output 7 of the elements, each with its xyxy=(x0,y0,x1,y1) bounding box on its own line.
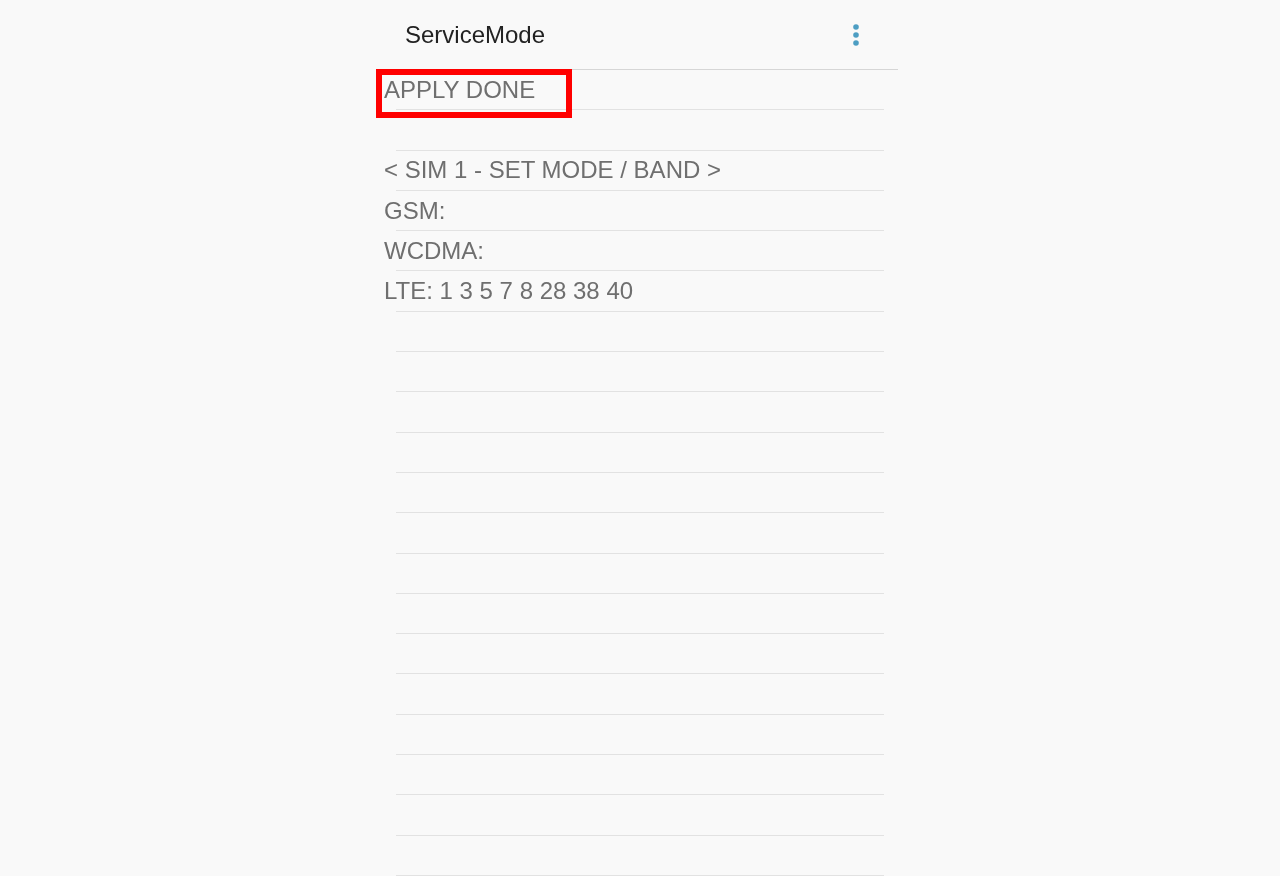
info-line: WCDMA: xyxy=(383,236,484,265)
three-dots-icon xyxy=(853,23,859,46)
info-line: APPLY DONE xyxy=(383,75,536,104)
info-line: GSM: xyxy=(383,196,446,225)
info-line: < SIM 1 - SET MODE / BAND > xyxy=(383,156,721,185)
app-title: ServiceMode xyxy=(405,20,546,49)
info-line: LTE: 1 3 5 7 8 28 38 40 xyxy=(383,277,634,306)
